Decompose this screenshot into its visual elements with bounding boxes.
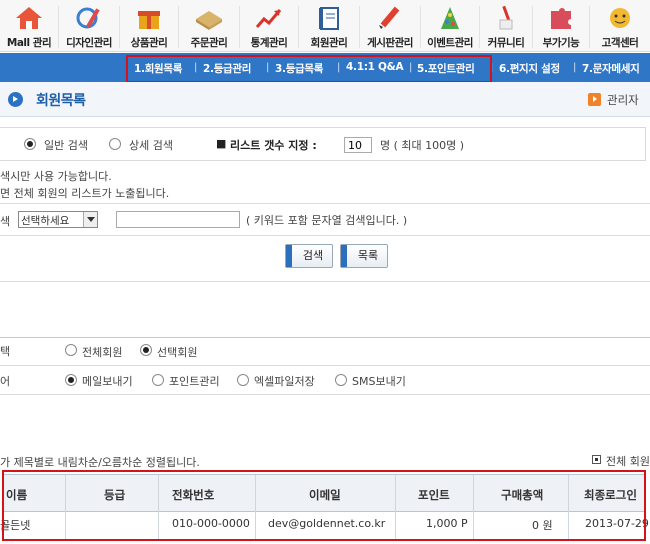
simple-search-label: 일반 검색 bbox=[44, 139, 88, 152]
keyword-input[interactable] bbox=[116, 211, 240, 228]
list-count-suffix: 명 ( 최대 100명 ) bbox=[380, 139, 465, 152]
title-bullet-icon bbox=[8, 92, 23, 107]
search-options-box: 일반 검색 상세 검색 ■ 리스트 갯수 지정 : 명 ( 최대 100명 ) bbox=[0, 127, 646, 161]
menu-label: 고객센터 bbox=[601, 37, 639, 49]
search-field-label: 색 bbox=[0, 215, 11, 228]
menu-label: 주문관리 bbox=[190, 37, 228, 49]
point-manage-radio[interactable] bbox=[152, 374, 164, 386]
page-header: 회원목록 관리자 bbox=[0, 82, 650, 117]
button-tab-icon bbox=[341, 245, 347, 267]
divider bbox=[0, 337, 650, 338]
subnav-highlight-box bbox=[126, 55, 492, 83]
pencil-icon bbox=[379, 6, 400, 29]
menu-community[interactable]: 커뮤니티 bbox=[480, 0, 532, 52]
select-all-checkbox[interactable] bbox=[592, 455, 601, 464]
selected-members-label: 선택회원 bbox=[157, 346, 198, 359]
menu-label: 통계관리 bbox=[250, 37, 288, 49]
menu-extra[interactable]: 부가기능 bbox=[533, 0, 589, 52]
menu-label: 커뮤니티 bbox=[487, 37, 525, 49]
house-icon bbox=[16, 7, 42, 29]
excel-save-label: 엑셀파일저장 bbox=[254, 375, 315, 388]
send-mail-label: 메일보내기 bbox=[82, 375, 133, 388]
divider bbox=[0, 394, 650, 395]
chat-bubble-icon bbox=[610, 8, 630, 28]
menu-design[interactable]: 디자인관리 bbox=[59, 0, 119, 52]
simple-search-radio[interactable] bbox=[24, 138, 36, 150]
order-box-icon bbox=[196, 11, 222, 30]
menu-label: 이벤트관리 bbox=[427, 37, 473, 49]
square-bullet-icon: ■ bbox=[216, 137, 227, 150]
all-members-radio[interactable] bbox=[65, 344, 77, 356]
keyword-hint: ( 키워드 포함 문자열 검색입니다. ) bbox=[246, 214, 408, 227]
chart-arrow-icon bbox=[255, 9, 282, 28]
arrow-icon bbox=[588, 93, 601, 106]
sort-note: 가 제목별로 내림차순/오름차순 정렬됩니다. bbox=[0, 456, 200, 469]
menu-label: 디자인관리 bbox=[66, 37, 112, 49]
menu-label: 회원관리 bbox=[310, 37, 348, 49]
menu-customer[interactable]: 고객센터 bbox=[590, 0, 650, 52]
design-tools-icon bbox=[76, 7, 100, 29]
party-hat-icon bbox=[441, 7, 459, 29]
action-row-label: 어 bbox=[0, 375, 11, 388]
note-line-2: 면 전체 회원의 리스트가 노출됩니다. bbox=[0, 187, 170, 200]
list-button[interactable]: 목록 bbox=[340, 244, 388, 268]
button-tab-icon bbox=[286, 245, 292, 267]
subnav-letter-setting[interactable]: 6.편지지 설정 bbox=[499, 61, 560, 76]
send-sms-label: SMS보내기 bbox=[352, 375, 406, 388]
send-sms-radio[interactable] bbox=[335, 374, 347, 386]
target-row-label: 택 bbox=[0, 345, 11, 358]
chevron-down-icon bbox=[83, 212, 97, 227]
menu-label: 부가기능 bbox=[542, 37, 580, 49]
gift-box-icon bbox=[138, 11, 160, 29]
divider bbox=[0, 203, 650, 204]
menu-product[interactable]: 상품관리 bbox=[120, 0, 178, 52]
menu-label: 게시판관리 bbox=[367, 37, 413, 49]
menu-board[interactable]: 게시판관리 bbox=[360, 0, 420, 52]
note-line-1: 색시만 사용 가능합니다. bbox=[0, 170, 112, 183]
menu-stats[interactable]: 통계관리 bbox=[240, 0, 298, 52]
menu-event[interactable]: 이벤트관리 bbox=[421, 0, 479, 52]
menu-label: 상품관리 bbox=[130, 37, 168, 49]
list-count-label: 리스트 갯수 지정 : bbox=[230, 139, 317, 152]
detail-search-radio[interactable] bbox=[109, 138, 121, 150]
page-title: 회원목록 bbox=[36, 93, 86, 109]
excel-save-radio[interactable] bbox=[237, 374, 249, 386]
all-members-label: 전체회원 bbox=[82, 346, 123, 359]
menu-member[interactable]: 회원관리 bbox=[299, 0, 359, 52]
point-manage-label: 포인트관리 bbox=[169, 375, 220, 388]
menu-order[interactable]: 주문관리 bbox=[179, 0, 239, 52]
pen-cup-icon bbox=[499, 5, 513, 30]
divider bbox=[0, 281, 650, 282]
search-field-select[interactable]: 선택하세요 bbox=[18, 211, 98, 228]
table-highlight-box bbox=[2, 470, 646, 541]
divider bbox=[0, 365, 650, 366]
list-count-input[interactable] bbox=[344, 137, 372, 153]
top-menu-bar: Mall 관리 디자인관리 상품관리 주문관리 통계관리 회원관리 게시판관리 … bbox=[0, 0, 650, 52]
select-value: 선택하세요 bbox=[21, 215, 70, 227]
detail-search-label: 상세 검색 bbox=[129, 139, 173, 152]
search-button[interactable]: 검색 bbox=[285, 244, 333, 268]
send-mail-radio[interactable] bbox=[65, 374, 77, 386]
menu-label: Mall 관리 bbox=[6, 37, 52, 49]
selected-members-radio[interactable] bbox=[140, 344, 152, 356]
divider bbox=[0, 235, 650, 236]
puzzle-icon bbox=[551, 8, 571, 29]
menu-mall[interactable]: Mall 관리 bbox=[0, 0, 58, 52]
subnav-sms[interactable]: 7.문자메세지 bbox=[582, 61, 640, 76]
member-book-icon bbox=[319, 7, 339, 30]
select-all-label: 전체 회원 bbox=[606, 455, 650, 468]
admin-link[interactable]: 관리자 bbox=[607, 92, 639, 108]
